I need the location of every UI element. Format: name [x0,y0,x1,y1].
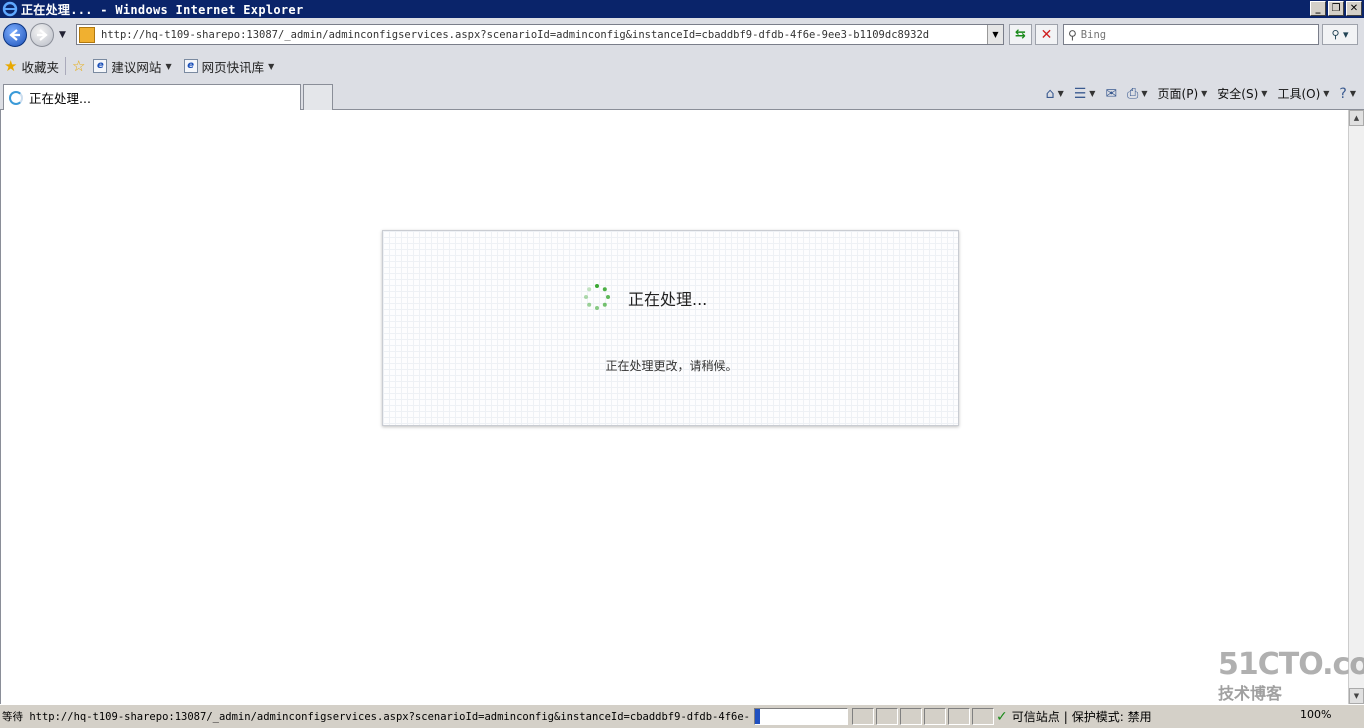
tab-bar: 正在处理... ⌂ ▼ ☰ ▼ ✉ ⎙ ▼ 页面(P) ▼ 安全(S) ▼ 工具(O) ▼ … [0,82,1364,110]
chevron-down-icon: ▼ [1323,89,1330,98]
favorites-label: 收藏夹 [21,59,59,75]
search-go-button[interactable]: ⚲ ▾ [1322,24,1358,45]
chevron-down-icon: ▼ [165,61,172,71]
tools-menu[interactable]: 工具(O) ▼ [1277,85,1329,102]
ie-page-icon: e [93,59,108,73]
window-title: 正在处理... - Windows Internet Explorer [21,2,304,17]
chevron-down-icon: ▼ [1141,89,1148,98]
add-to-favorites-bar-button[interactable]: ☆ [72,57,85,75]
add-favorite-icon: ☆ [71,57,86,75]
chevron-down-icon: ▼ [268,61,275,71]
processing-dialog: 正在处理... 正在处理更改，请稍候。 [382,230,959,426]
trusted-check-icon: ✓ [996,708,1008,725]
status-panels [852,708,994,725]
minimize-button[interactable]: _ [1310,1,1326,16]
chevron-down-icon: ▼ [1089,89,1096,98]
help-button[interactable]: ? ▼ [1339,86,1356,102]
progress-fill [755,709,760,724]
page-menu[interactable]: 页面(P) ▼ [1158,85,1208,102]
search-input[interactable] [1080,28,1301,41]
forward-arrow-icon [37,29,48,41]
web-slice-gallery-item[interactable]: e 网页快讯库 ▼ [183,57,275,76]
zone-separator: | [1063,709,1068,724]
navigation-bar: ▼ http://hq-t109-sharepo:13087/_admin/ad… [0,20,1364,50]
dialog-message: 正在处理更改，请稍候。 [605,359,738,373]
search-icon: ⚲ ▾ [1331,28,1349,41]
tools-menu-label: 工具(O) [1277,87,1321,101]
status-panel [924,708,946,725]
protected-mode-label: 保护模式: 禁用 [1071,710,1152,724]
status-panel [972,708,994,725]
command-bar: ⌂ ▼ ☰ ▼ ✉ ⎙ ▼ 页面(P) ▼ 安全(S) ▼ 工具(O) ▼ ? ▼ [1036,85,1356,102]
safety-menu[interactable]: 安全(S) ▼ [1217,85,1267,102]
status-panel [948,708,970,725]
restore-button[interactable]: ❐ [1328,1,1344,16]
chevron-down-icon: ▼ [1057,89,1064,98]
chevron-down-icon: ▼ [1261,89,1268,98]
ie-page-icon: e [183,59,198,73]
page-icon [79,26,95,43]
loading-progress-bar [754,708,848,725]
mail-icon: ✉ [1105,85,1118,102]
favorites-bar: ★ 收藏夹 ☆ e 建议网站 ▼ e 网页快讯库 ▼ [0,54,1364,78]
feeds-button[interactable]: ☰ ▼ [1074,86,1096,102]
dialog-title: 正在处理... [628,290,708,309]
scroll-up-arrow-icon[interactable]: ▲ [1349,110,1364,126]
address-bar[interactable]: http://hq-t109-sharepo:13087/_admin/admi… [76,24,1004,45]
tab-processing[interactable]: 正在处理... [3,84,301,110]
safety-menu-label: 安全(S) [1217,87,1259,101]
print-button[interactable]: ⎙ ▼ [1127,86,1147,102]
favorites-star-icon: ★ [4,57,18,75]
home-button[interactable]: ⌂ ▼ [1046,86,1064,102]
search-box[interactable]: ⚲ [1063,24,1319,45]
chevron-down-icon: ▼ [1201,89,1208,98]
printer-icon: ⎙ [1127,85,1139,102]
loading-icon [9,90,23,105]
search-magnifier-icon: ⚲ [1068,27,1077,42]
suggested-sites-label: 建议网站 [111,59,162,75]
status-panel [900,708,922,725]
stop-icon: ✕ [1040,26,1053,43]
zone-label: 可信站点 [1011,710,1060,724]
help-icon: ? [1339,85,1347,102]
status-panel [876,708,898,725]
chevron-down-icon: ▼ [1349,89,1356,98]
web-slice-gallery-label: 网页快讯库 [201,59,265,75]
scroll-down-arrow-icon[interactable]: ▼ [1349,688,1364,704]
favorites-separator [64,57,66,75]
tab-title: 正在处理... [29,91,91,106]
loading-spinner-icon [584,284,610,310]
rss-feed-icon: ☰ [1073,85,1087,102]
forward-button[interactable] [30,23,54,47]
mail-button[interactable]: ✉ [1105,86,1117,102]
address-url[interactable]: http://hq-t109-sharepo:13087/_admin/admi… [101,29,981,41]
suggested-sites-item[interactable]: e 建议网站 ▼ [93,57,172,76]
status-text: 等待 http://hq-t109-sharepo:13087/_admin/a… [2,711,750,723]
vertical-scrollbar[interactable]: ▲ ▼ [1348,110,1364,704]
page-menu-label: 页面(P) [1157,87,1199,101]
back-button[interactable] [3,23,27,47]
home-icon: ⌂ [1045,85,1055,102]
status-bar: 等待 http://hq-t109-sharepo:13087/_admin/a… [0,704,1364,728]
favorites-button[interactable]: ★ 收藏夹 [4,57,59,76]
back-arrow-icon [9,29,20,41]
stop-button[interactable]: ✕ [1035,24,1058,45]
status-panel [852,708,874,725]
refresh-icon: ⇆ [1015,27,1026,42]
recent-pages-dropdown-icon[interactable]: ▼ [59,30,66,40]
security-zone[interactable]: ✓ 可信站点 | 保护模式: 禁用 [996,708,1152,725]
refresh-button[interactable]: ⇆ [1009,24,1032,45]
ie-logo-icon [2,1,18,17]
address-dropdown-icon[interactable]: ▼ [987,25,1003,44]
window-titlebar: 正在处理... - Windows Internet Explorer _ ❐ … [0,0,1364,18]
close-button[interactable]: ✕ [1346,1,1362,16]
new-tab-button[interactable] [303,84,333,110]
zoom-level[interactable]: 100% [1300,708,1331,721]
